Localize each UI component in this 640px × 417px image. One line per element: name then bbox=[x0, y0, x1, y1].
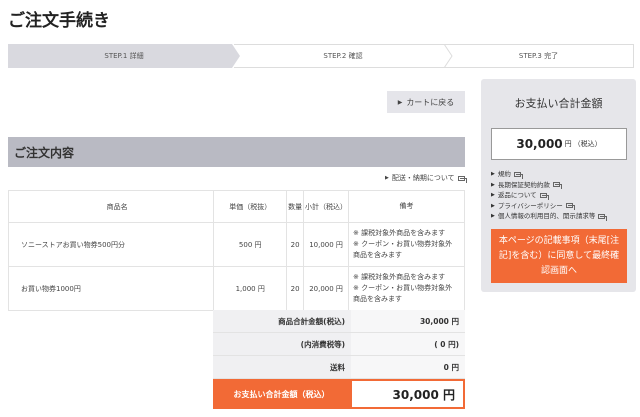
total-row-tax: (内消費税等) ( 0 円) bbox=[213, 333, 465, 356]
external-window-icon bbox=[457, 175, 467, 183]
note-line: ※ 課税対象外商品を含みます bbox=[353, 273, 446, 281]
back-to-cart-label: カートに戻る bbox=[406, 97, 455, 107]
external-window-icon bbox=[513, 171, 523, 179]
panel-tax-note: （税込） bbox=[573, 140, 602, 148]
item-name: お買い物券1000円 bbox=[7, 266, 215, 311]
item-subtotal: 10,000 円 bbox=[303, 222, 350, 267]
link-label: 返品について bbox=[497, 191, 537, 199]
link-label: 個人情報の利用目的、開示請求等 bbox=[497, 212, 596, 220]
order-totals: 商品合計金額(税込) 30,000 円 (内消費税等) ( 0 円) 送料 0 … bbox=[213, 310, 465, 379]
item-notes: ※ 課税対象外商品を含みます ※ クーポン・お買い物券対象外 商品を含みます bbox=[348, 266, 465, 311]
order-section-heading: ご注文内容 bbox=[8, 137, 465, 167]
triangle-right-icon: ▶ bbox=[491, 171, 495, 177]
policy-link-warranty[interactable]: ▶ 長期保証契約約款 bbox=[491, 180, 631, 191]
policy-link-returns[interactable]: ▶ 返品について bbox=[491, 190, 631, 201]
triangle-right-icon: ▶ bbox=[491, 181, 495, 188]
note-line: ※ 課税対象外商品を含みます bbox=[353, 229, 446, 237]
external-window-icon bbox=[552, 182, 562, 190]
policy-link-terms[interactable]: ▶ 規約 bbox=[491, 169, 631, 180]
external-window-icon bbox=[539, 192, 549, 200]
total-row-shipping: 送料 0 円 bbox=[213, 356, 465, 379]
triangle-right-icon: ▶ bbox=[385, 175, 389, 181]
step-2-label: STEP.2 確認 bbox=[323, 52, 363, 60]
step-3: STEP.3 完了 bbox=[444, 44, 634, 68]
policy-link-personal-info[interactable]: ▶ 個人情報の利用目的、開示請求等 bbox=[491, 211, 631, 222]
panel-title: お支払い合計金額 bbox=[514, 97, 603, 110]
payment-summary-panel: お支払い合計金額 30,000 円 （税込） ▶ 規約 ▶ 長期保証契約約款 ▶ 返品… bbox=[481, 79, 636, 292]
step-1-label: STEP.1 詳細 bbox=[104, 52, 144, 60]
grand-total-value: 30,000 円 bbox=[350, 379, 465, 409]
policy-links: ▶ 規約 ▶ 長期保証契約約款 ▶ 返品について ▶ プライバシーポリシー ▶ 個人情報の… bbox=[491, 169, 631, 222]
total-row-subtotal: 商品合計金額(税込) 30,000 円 bbox=[213, 310, 465, 333]
triangle-right-icon: ▶ bbox=[491, 202, 495, 209]
step-3-label: STEP.3 完了 bbox=[518, 52, 559, 60]
external-window-icon bbox=[598, 213, 608, 221]
link-label: 規約 bbox=[497, 170, 511, 178]
table-header-row: 商品名 単価（税抜） 数量 小計（税込） 備考 bbox=[7, 190, 465, 223]
link-label: プライバシーポリシー bbox=[497, 201, 563, 210]
triangle-right-icon: ▶ bbox=[491, 213, 495, 219]
item-price: 500 円 bbox=[213, 222, 288, 267]
delivery-info-link[interactable]: ▶ 配送・納期について bbox=[385, 173, 467, 183]
total-label: 送料 bbox=[330, 362, 345, 372]
total-value: 0 円 bbox=[351, 356, 465, 378]
total-label: 商品合計金額(税込) bbox=[278, 316, 345, 326]
total-value: 30,000 円 bbox=[351, 310, 465, 332]
item-subtotal: 20,000 円 bbox=[303, 266, 350, 311]
total-label: (内消費税等) bbox=[300, 339, 345, 349]
panel-amount: 30,000 bbox=[516, 137, 563, 151]
item-notes: ※ 課税対象外商品を含みます ※ クーポン・お買い物券対象外 商品を含みます bbox=[348, 222, 465, 267]
panel-amount-unit: 円 bbox=[564, 140, 572, 148]
agree-and-confirm-button[interactable]: 本ページの記載事項（末尾[注記]を含む）に同意して最終確認画面へ bbox=[491, 229, 627, 283]
grand-total: お支払い合計金額（税込） 30,000 円 bbox=[213, 379, 465, 409]
step-separator-icon bbox=[444, 44, 453, 68]
checkout-steps: STEP.2 確認 STEP.3 完了 STEP.1 詳細 bbox=[8, 44, 634, 68]
table-row: ソニーストアお買い物券500円分 500 円 20 10,000 円 ※ 課税対… bbox=[7, 222, 465, 267]
link-label: 長期保証契約約款 bbox=[497, 180, 550, 189]
delivery-info-label: 配送・納期について bbox=[391, 174, 455, 182]
note-line: ※ クーポン・お買い物券対象外 bbox=[353, 284, 453, 292]
total-value: ( 0 円) bbox=[351, 333, 465, 355]
note-line: 商品を含みます bbox=[353, 295, 403, 303]
column-header: 数量 bbox=[286, 190, 305, 223]
step-1-active: STEP.1 詳細 bbox=[8, 44, 240, 68]
column-header: 商品名 bbox=[7, 190, 215, 223]
triangle-right-icon: ▶ bbox=[491, 192, 495, 198]
panel-amount-box: 30,000 円 （税込） bbox=[491, 128, 627, 160]
page-title: ご注文手続き bbox=[8, 11, 110, 31]
external-window-icon bbox=[565, 203, 575, 211]
order-items-table: 商品名 単価（税抜） 数量 小計（税込） 備考 ソニーストアお買い物券500円分… bbox=[7, 190, 465, 311]
column-header: 単価（税抜） bbox=[213, 190, 288, 223]
grand-total-label: お支払い合計金額（税込） bbox=[213, 379, 350, 409]
step-2: STEP.2 確認 bbox=[234, 44, 452, 68]
back-to-cart-button[interactable]: ▶ カートに戻る bbox=[387, 91, 465, 113]
note-line: 商品を含みます bbox=[353, 251, 403, 259]
table-row: お買い物券1000円 1,000 円 20 20,000 円 ※ 課税対象外商品… bbox=[7, 266, 465, 311]
item-quantity: 20 bbox=[286, 266, 305, 311]
policy-link-privacy[interactable]: ▶ プライバシーポリシー bbox=[491, 201, 631, 212]
item-price: 1,000 円 bbox=[213, 266, 288, 311]
item-name: ソニーストアお買い物券500円分 bbox=[7, 222, 215, 267]
column-header: 備考 bbox=[348, 190, 465, 223]
item-quantity: 20 bbox=[286, 222, 305, 267]
column-header: 小計（税込） bbox=[303, 190, 350, 223]
note-line: ※ クーポン・お買い物券対象外 bbox=[353, 240, 453, 248]
triangle-right-icon: ▶ bbox=[397, 98, 403, 106]
